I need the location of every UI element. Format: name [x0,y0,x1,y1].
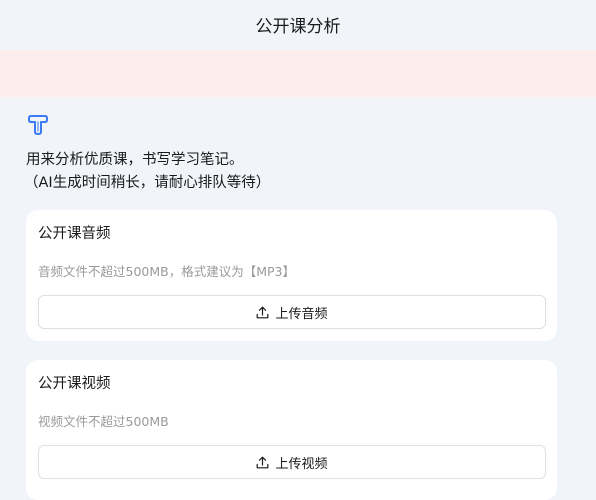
intro-line-1: 用来分析优质课，书写学习笔记。 [26,152,244,168]
app-header: 公开课分析 [0,0,596,48]
brand-logo-icon [26,113,50,137]
intro-text: 用来分析优质课，书写学习笔记。 （AI生成时间稍长，请耐心排队等待） [24,149,271,195]
video-card-hint: 视频文件不超过500MB [38,414,169,429]
page-title: 公开课分析 [255,16,341,37]
audio-card-title: 公开课音频 [38,226,111,242]
upload-audio-label: 上传音频 [275,306,328,322]
notice-banner [0,50,596,97]
audio-upload-card: 公开课音频 音频文件不超过500MB，格式建议为【MP3】 上传音频 [26,210,557,341]
video-upload-card: 公开课视频 视频文件不超过500MB 上传视频 [26,360,557,500]
upload-icon [256,306,269,319]
upload-audio-button[interactable]: 上传音频 [38,295,546,329]
upload-video-button[interactable]: 上传视频 [38,445,546,479]
upload-video-label: 上传视频 [275,456,328,472]
intro-line-2: （AI生成时间稍长，请耐心排队等待） [24,175,271,191]
upload-icon [256,456,269,469]
video-card-title: 公开课视频 [38,376,111,392]
audio-card-hint: 音频文件不超过500MB，格式建议为【MP3】 [38,264,295,279]
